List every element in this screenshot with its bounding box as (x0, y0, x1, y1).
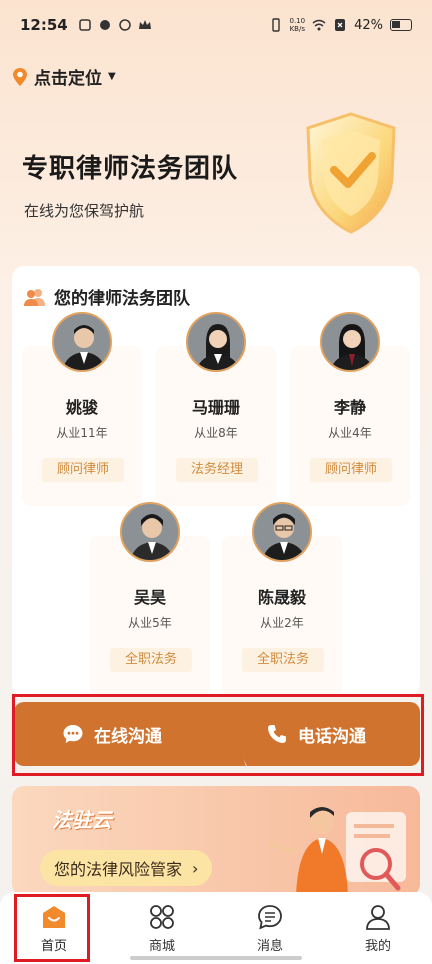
vibrate-icon (271, 18, 280, 32)
wifi-icon (312, 19, 326, 31)
advisor-illustration (267, 807, 406, 896)
shield-check-icon (306, 112, 396, 234)
lawyer-role-badge: 全职法务 (242, 648, 324, 672)
home-indicator (130, 956, 302, 960)
lawyer-team-card: 您的律师法务团队 姚骏 从业11年 顾问律师 马珊珊 从业8年 法务经理 李静 … (12, 266, 420, 696)
lawyer-name: 姚骏 (65, 398, 98, 417)
lawyer-avatar (186, 312, 246, 372)
location-pin-icon (13, 67, 27, 86)
battery-icon (390, 19, 412, 31)
lawyer-role-badge: 全职法务 (110, 648, 192, 672)
home-icon (43, 905, 65, 928)
message-icon (258, 904, 282, 930)
lawyer-card[interactable]: 陈晟毅 从业2年 全职法务 (222, 502, 342, 696)
lawyer-name: 李静 (333, 398, 366, 417)
lawyer-avatar (120, 502, 180, 562)
chat-bubble-icon (63, 725, 83, 743)
team-header-label: 您的律师法务团队 (54, 289, 190, 309)
lawyer-years: 从业11年 (56, 426, 108, 440)
tab-profile[interactable]: 我的 (324, 892, 432, 964)
tab-home[interactable]: 首页 (0, 892, 108, 964)
net-speed-unit: KB/s (289, 25, 305, 33)
phone-call-label: 电话沟通 (298, 726, 366, 747)
lawyer-card[interactable]: 李静 从业4年 顾问律师 (290, 312, 410, 506)
online-chat-button[interactable]: 在线沟通 (14, 702, 246, 766)
app-icon (119, 19, 131, 31)
tab-label: 消息 (256, 938, 283, 954)
chevron-right-icon: › (192, 858, 199, 878)
contact-actions: 在线沟通 电话沟通 (14, 702, 420, 766)
phone-call-button[interactable]: 电话沟通 (214, 702, 420, 766)
lawyer-avatar (252, 502, 312, 562)
lawyer-role-badge: 顾问律师 (42, 458, 124, 482)
lawyer-role-badge: 顾问律师 (310, 458, 392, 482)
promo-pill-label: 您的法律风险管家 (54, 860, 183, 879)
app-icon (99, 20, 110, 30)
lawyer-years: 从业8年 (194, 426, 238, 440)
chevron-down-icon: ▼ (108, 71, 116, 82)
status-time: 12:54 (20, 16, 68, 34)
team-header: 您的律师法务团队 (24, 284, 190, 309)
location-label: 点击定位 (34, 69, 102, 89)
lawyer-card[interactable]: 马珊珊 从业8年 法务经理 (156, 312, 276, 506)
net-speed-value: 0.10 (289, 17, 306, 25)
crown-icon (138, 20, 151, 29)
net-speed: 0.10 KB/s (290, 17, 306, 33)
battery-percent: 42% (354, 17, 383, 33)
lawyer-role-badge: 法务经理 (176, 458, 258, 482)
tab-label: 商城 (148, 938, 175, 954)
lawyer-card[interactable]: 姚骏 从业11年 顾问律师 (22, 312, 142, 506)
lawyer-years: 从业2年 (260, 616, 304, 630)
status-right: 0.10 KB/s 42% (269, 17, 412, 33)
user-icon (366, 904, 390, 930)
promo-title: 法驻云 (52, 808, 112, 832)
lawyer-card[interactable]: 吴昊 从业5年 全职法务 (90, 502, 210, 696)
lawyer-avatar (320, 312, 380, 372)
location-selector[interactable]: 点击定位 ▼ (12, 64, 116, 89)
hero-subtitle: 在线为您保驾护航 (24, 202, 145, 220)
tab-label: 我的 (364, 938, 391, 954)
status-bar: 12:54 0.10 KB/s 42% (0, 0, 432, 50)
lawyer-avatar (52, 312, 112, 372)
lawyer-years: 从业4年 (328, 426, 372, 440)
team-icon (24, 288, 45, 306)
bottom-tab-bar: 首页 商城 消息 我的 (0, 892, 432, 964)
online-chat-label: 在线沟通 (94, 726, 162, 747)
tab-mall[interactable]: 商城 (108, 892, 216, 964)
lawyer-years: 从业5年 (128, 616, 172, 630)
lawyer-name: 陈晟毅 (257, 588, 306, 607)
phone-icon (268, 725, 286, 743)
tab-messages[interactable]: 消息 (216, 892, 324, 964)
status-notification-icons (78, 18, 152, 32)
lawyer-name: 吴昊 (133, 588, 166, 607)
no-sim-icon (335, 19, 346, 31)
notification-icon (79, 19, 91, 31)
hero-title: 专职律师法务团队 (22, 154, 239, 184)
promo-banner[interactable]: 法驻云 您的法律风险管家 › (12, 786, 420, 896)
grid-icon (150, 904, 174, 929)
tab-label: 首页 (40, 938, 67, 954)
lawyer-name: 马珊珊 (191, 398, 240, 417)
promo-pill-button[interactable]: 您的法律风险管家 › (40, 850, 213, 886)
